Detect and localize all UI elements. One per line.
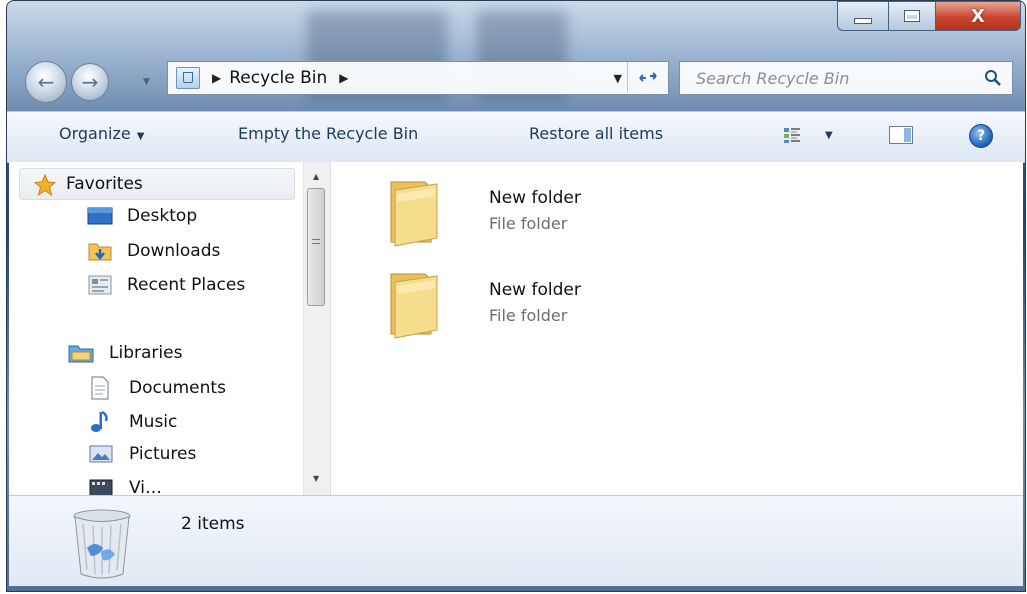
recent-places-icon [88, 275, 112, 295]
organize-button[interactable]: Organize ▼ [59, 124, 144, 143]
back-button[interactable]: ← [25, 61, 67, 103]
scrollbar-thumb[interactable] [307, 188, 325, 306]
back-arrow-icon: ← [37, 70, 55, 94]
forward-arrow-icon: → [81, 70, 99, 94]
nav-libraries[interactable]: Libraries [67, 342, 182, 364]
navigation-bar: ← → ▼ ▶ Recycle Bin ▶ ▼ Search Recycle B… [7, 53, 1025, 103]
scroll-up-icon[interactable]: ▲ [313, 172, 319, 181]
documents-icon [91, 376, 109, 400]
item-count: 2 items [181, 514, 245, 534]
minimize-icon [854, 18, 872, 24]
nav-libraries-label: Libraries [109, 343, 183, 363]
search-input[interactable]: Search Recycle Bin [696, 69, 980, 88]
change-view-icon[interactable] [783, 126, 801, 144]
navigation-pane: Favorites Desktop Downloads Recent Place… [9, 162, 303, 495]
libraries-icon [68, 345, 94, 363]
preview-pane-icon[interactable] [889, 126, 913, 144]
pictures-icon [89, 445, 113, 463]
nav-favorites[interactable]: Favorites [19, 168, 295, 200]
scroll-down-icon[interactable]: ▼ [313, 474, 319, 483]
folder-type: File folder [489, 214, 568, 233]
address-bar[interactable]: ▶ Recycle Bin ▶ ▼ [167, 61, 669, 95]
videos-icon [89, 479, 113, 495]
nav-pictures[interactable]: Pictures [89, 444, 196, 464]
star-icon [34, 174, 56, 196]
folder-icon [390, 181, 438, 247]
nav-desktop[interactable]: Desktop [87, 206, 197, 226]
restore-all-items-button[interactable]: Restore all items [529, 124, 663, 143]
recent-pages-dropdown[interactable]: ▼ [143, 77, 153, 87]
folder-type: File folder [489, 306, 568, 325]
nav-desktop-label: Desktop [127, 206, 198, 226]
view-options-dropdown[interactable]: ▼ [825, 130, 833, 141]
breadcrumb-chevron-icon[interactable]: ▶ [212, 71, 221, 85]
grip-icon [312, 239, 320, 244]
chevron-down-icon: ▼ [136, 131, 145, 142]
music-icon [91, 410, 108, 432]
folder-item[interactable]: New folder File folder [379, 170, 679, 250]
folder-item[interactable]: New folder File folder [379, 262, 679, 342]
folder-name: New folder [489, 280, 581, 300]
minimize-button[interactable] [837, 1, 889, 31]
nav-downloads-label: Downloads [127, 241, 221, 261]
breadcrumb-recycle-bin[interactable]: Recycle Bin [229, 68, 327, 88]
recycle-bin-small-icon [176, 67, 200, 89]
command-bar: Organize ▼ Empty the Recycle Bin Restore … [7, 111, 1025, 163]
organize-label: Organize [59, 124, 131, 143]
folder-name: New folder [489, 188, 581, 208]
recycle-bin-icon [73, 509, 131, 579]
refresh-icon [639, 72, 657, 82]
nav-documents-label: Documents [129, 378, 226, 398]
folder-icon [390, 273, 438, 339]
search-icon[interactable] [980, 69, 1006, 87]
details-pane: 2 items [9, 495, 1023, 586]
maximize-icon [904, 10, 920, 22]
forward-button[interactable]: → [71, 63, 109, 101]
file-list: New folder File folder New folder File f… [330, 162, 1023, 495]
caption-buttons: X [837, 1, 1021, 31]
refresh-button[interactable] [627, 62, 668, 92]
nav-recent-places[interactable]: Recent Places [87, 274, 245, 296]
nav-music-label: Music [129, 412, 178, 432]
nav-documents[interactable]: Documents [89, 376, 226, 400]
help-button[interactable]: ? [969, 124, 993, 148]
breadcrumb-chevron-icon[interactable]: ▶ [339, 71, 348, 85]
nav-videos[interactable]: Vi… [89, 478, 162, 495]
nav-pictures-label: Pictures [129, 444, 197, 464]
address-dropdown-icon[interactable]: ▼ [614, 72, 622, 85]
close-icon: X [971, 5, 985, 27]
nav-music[interactable]: Music [89, 410, 177, 434]
navigation-pane-scrollbar[interactable]: ▲ ▼ [303, 162, 331, 495]
content-area: Favorites Desktop Downloads Recent Place… [9, 162, 1023, 495]
maximize-button[interactable] [889, 1, 936, 31]
search-box[interactable]: Search Recycle Bin [679, 61, 1013, 95]
empty-recycle-bin-button[interactable]: Empty the Recycle Bin [238, 124, 418, 143]
explorer-window: X ← → ▼ ▶ Recycle Bin ▶ ▼ Search Recycle… [6, 0, 1026, 592]
downloads-icon [88, 243, 112, 261]
desktop-icon [87, 207, 113, 225]
nav-favorites-label: Favorites [66, 174, 143, 194]
nav-downloads[interactable]: Downloads [87, 240, 220, 262]
nav-recent-places-label: Recent Places [127, 275, 246, 295]
close-button[interactable]: X [936, 1, 1021, 31]
nav-videos-label: Vi… [129, 478, 162, 495]
